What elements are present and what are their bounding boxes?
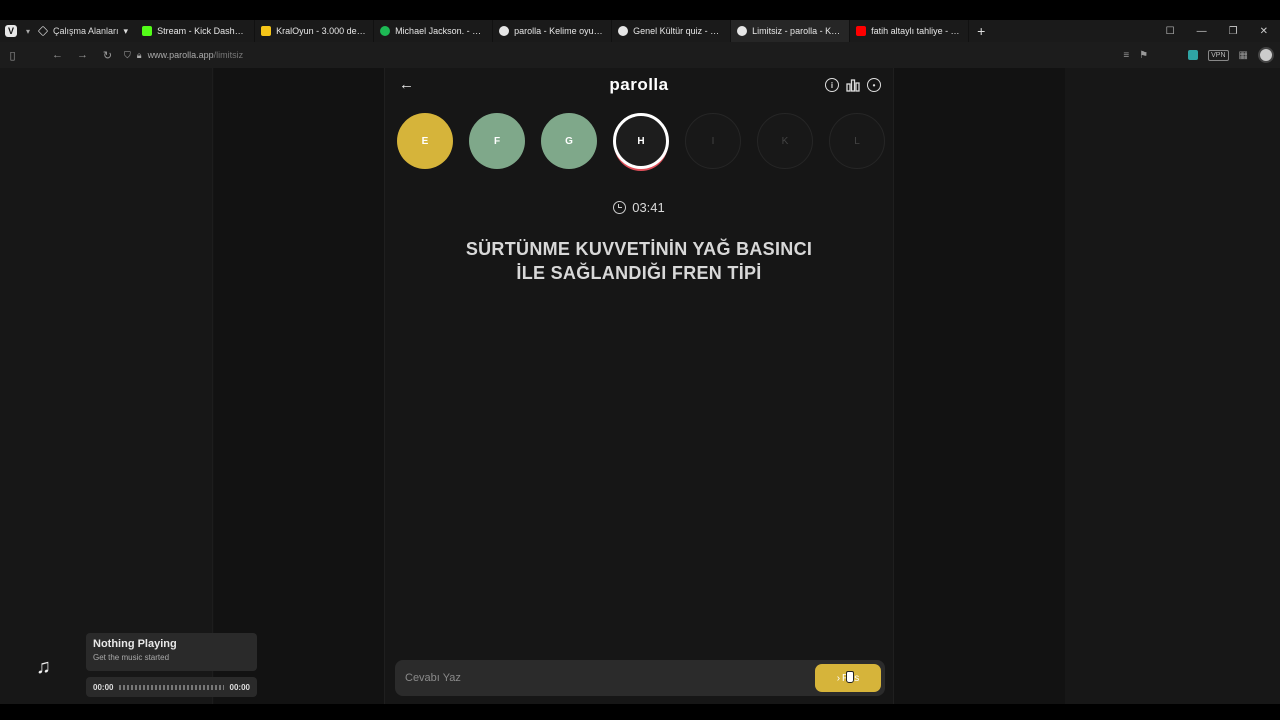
vivaldi-menu-button[interactable]: V <box>0 20 22 42</box>
panel-toggle-icon[interactable]: ▯ <box>0 49 25 62</box>
parolla-favicon-icon <box>737 26 748 36</box>
timer-value: 03:41 <box>632 200 665 215</box>
tab-title: Limitsiz - parolla - Kelime o <box>752 26 843 36</box>
address-bar: ▯ ← → ↻ ⛉ 🔒︎ www.parolla.app/limitsiz ≡ … <box>0 42 1280 68</box>
tab-overview-icon[interactable]: ☐ <box>1166 26 1175 37</box>
bookmark-icon[interactable]: ⚑ <box>1139 50 1148 61</box>
now-playing-title: Nothing Playing <box>93 638 177 650</box>
tab-title: Michael Jackson. - playlist <box>395 26 486 36</box>
now-playing-subtitle: Get the music started <box>93 653 170 662</box>
game-header: ← parolla i • <box>385 68 893 104</box>
stats-icon[interactable] <box>846 78 860 92</box>
url-path: /limitsiz <box>213 50 244 60</box>
tab-title: Genel Kültür quiz - parolla <box>633 26 724 36</box>
minimize-icon[interactable]: — <box>1197 26 1207 37</box>
tab-parolla[interactable]: parolla - Kelime oyunu. Gü <box>493 20 613 42</box>
total-time: 00:00 <box>229 682 250 692</box>
top-black-bar <box>0 0 1280 20</box>
answer-form: › Pas <box>395 660 885 696</box>
extension-icon[interactable] <box>1188 50 1199 60</box>
extensions-icon[interactable]: ▦ <box>1239 50 1248 61</box>
letter-g: G <box>541 113 597 169</box>
layers-icon <box>37 25 49 37</box>
close-icon[interactable]: ✕ <box>1260 26 1268 37</box>
question-text: SÜRTÜNME KUVVETİNİN YAĞ BASINCI İLE SAĞL… <box>415 237 863 285</box>
letter-k: K <box>757 113 813 169</box>
workspaces-button[interactable]: Çalışma Alanları ▾ <box>34 20 136 42</box>
profile-avatar[interactable] <box>1258 47 1274 63</box>
shield-icon: ⛉ <box>124 49 131 60</box>
lock-icon: 🔒︎ <box>136 49 142 60</box>
letter-h-current: H <box>613 113 669 169</box>
back-icon[interactable]: ← <box>45 49 70 61</box>
letter-progress: E F G H I K L <box>397 113 885 169</box>
forward-icon[interactable]: → <box>70 49 95 61</box>
chevron-right-icon: › <box>836 672 841 684</box>
letter-f: F <box>469 113 525 169</box>
chevron-down-icon[interactable]: ▾ <box>22 27 34 36</box>
clock-icon <box>613 201 627 214</box>
letter-e: E <box>397 113 453 169</box>
now-playing-card[interactable]: Nothing Playing Get the music started <box>86 633 257 671</box>
tab-title: KralOyun - 3.000 den fazla <box>276 26 367 36</box>
playback-bar: 00:00 00:00 <box>86 677 257 697</box>
restore-icon[interactable]: ❐ <box>1229 26 1238 37</box>
bottom-black-bar <box>0 704 1280 720</box>
kick-favicon-icon <box>142 26 153 36</box>
workspaces-label: Çalışma Alanları <box>53 26 119 36</box>
letter-i: I <box>685 113 741 169</box>
vivaldi-logo-icon: V <box>5 25 17 37</box>
tab-kick[interactable]: Stream - Kick Dashboard <box>136 20 256 42</box>
mouse-cursor-icon <box>846 671 854 683</box>
tab-kraloyun[interactable]: KralOyun - 3.000 den fazla <box>255 20 375 42</box>
music-note-icon[interactable]: ♫ <box>36 656 51 679</box>
reader-icon[interactable]: ≡ <box>1123 50 1129 61</box>
timer: 03:41 <box>385 200 893 215</box>
tab-genel-kultur[interactable]: Genel Kültür quiz - parolla <box>612 20 732 42</box>
url-field[interactable]: ⛉ 🔒︎ www.parolla.app/limitsiz <box>124 50 243 61</box>
seek-track[interactable] <box>119 684 224 690</box>
question-line-1: SÜRTÜNME KUVVETİNİN YAĞ BASINCI <box>465 239 813 259</box>
tab-spotify[interactable]: Michael Jackson. - playlist <box>374 20 494 42</box>
tab-bar: V ▾ Çalışma Alanları ▾ Stream - Kick Das… <box>0 20 1280 42</box>
new-tab-button[interactable]: + <box>969 23 993 39</box>
vpn-button[interactable]: VPN <box>1208 49 1229 61</box>
brand-title: parolla <box>609 75 669 94</box>
game-container: ← parolla i • E F G H I K L 03:41 SÜRTÜN… <box>384 68 894 704</box>
parolla-favicon-icon <box>499 26 510 36</box>
tab-limitsiz[interactable]: Limitsiz - parolla - Kelime o <box>731 20 851 42</box>
elapsed-time: 00:00 <box>93 682 114 692</box>
answer-input[interactable] <box>405 672 815 684</box>
page-viewport: ← parolla i • E F G H I K L 03:41 SÜRTÜN… <box>0 68 1280 707</box>
tab-title: parolla - Kelime oyunu. Gü <box>514 26 606 36</box>
parolla-favicon-icon <box>618 26 629 36</box>
url-domain: www.parolla.app <box>147 50 214 60</box>
crown-favicon-icon <box>261 26 272 36</box>
reload-icon[interactable]: ↻ <box>95 49 120 62</box>
tab-youtube[interactable]: fatih altaylı tahliye - YouTub <box>850 20 970 42</box>
tab-title: Stream - Kick Dashboard <box>157 26 249 36</box>
spotify-favicon-icon <box>380 26 391 36</box>
letter-l: L <box>829 113 885 169</box>
user-icon[interactable]: • <box>867 78 881 92</box>
side-panel <box>0 68 213 704</box>
tab-title: fatih altaylı tahliye - YouTub <box>871 26 962 36</box>
question-line-2: İLE SAĞLANDIĞI FREN TİPİ <box>516 263 762 283</box>
chevron-down-icon: ▾ <box>123 25 129 36</box>
right-margin <box>1065 68 1280 704</box>
youtube-favicon-icon <box>856 26 867 36</box>
info-icon[interactable]: i <box>825 78 839 92</box>
